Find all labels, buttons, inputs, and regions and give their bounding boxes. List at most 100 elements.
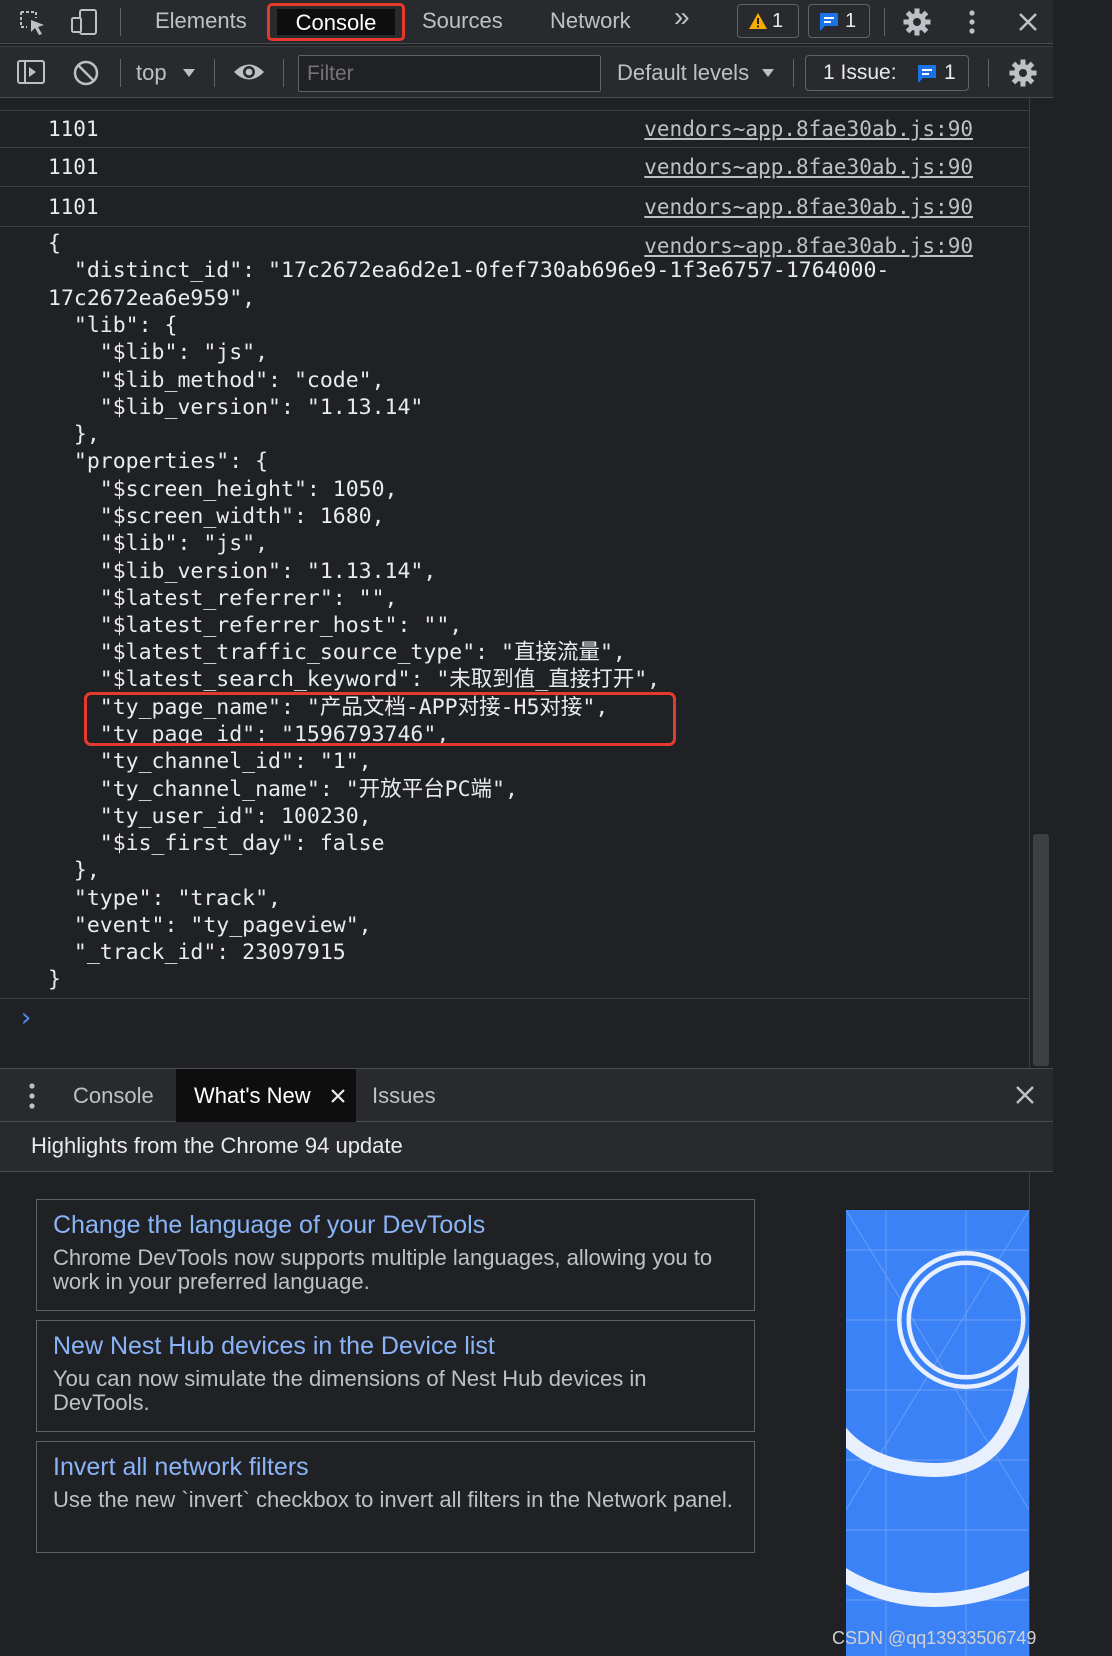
json-line: 17c2672ea6e959",	[48, 286, 256, 311]
close-devtools-icon[interactable]	[1016, 10, 1040, 34]
console-message-source-link[interactable]: vendors~app.8fae30ab.js:90	[644, 116, 973, 142]
clear-console-icon[interactable]	[72, 59, 100, 87]
filter-input[interactable]	[298, 55, 601, 92]
dropdown-arrow-icon	[762, 69, 774, 77]
json-line: "$latest_search_keyword": "未取到值_直接打开",	[48, 667, 661, 692]
console-message-source-link[interactable]: vendors~app.8fae30ab.js:90	[644, 194, 973, 220]
json-line: "distinct_id": "17c2672ea6d2e1-0fef730ab…	[48, 258, 890, 283]
drawer-scrollbar[interactable]	[1029, 1172, 1053, 1656]
console-output: 1101 vendors~app.8fae30ab.js:90 1101 ven…	[0, 98, 1029, 1068]
card-title-link[interactable]: Invert all network filters	[53, 1452, 309, 1482]
json-line: "$lib_version": "1.13.14",	[48, 559, 437, 584]
eye-icon[interactable]	[232, 61, 266, 83]
whats-new-card[interactable]: New Nest Hub devices in the Device list …	[36, 1320, 755, 1432]
console-message-text: 1101	[48, 155, 99, 179]
json-line: },	[48, 858, 100, 883]
chrome-update-promo-image	[846, 1210, 1029, 1656]
drawer-tab-console[interactable]: Console	[73, 1083, 154, 1109]
tab-sources[interactable]: Sources	[422, 8, 503, 34]
json-line: "$latest_referrer_host": "",	[48, 613, 463, 638]
json-line: "ty_channel_name": "开放平台PC端",	[48, 777, 518, 802]
json-line: },	[48, 422, 100, 447]
context-label: top	[136, 60, 167, 85]
json-line: "ty_channel_id": "1",	[48, 749, 372, 774]
warnings-count: 1	[772, 10, 784, 32]
json-line: "_track_id": 23097915	[48, 940, 346, 965]
tab-console-active[interactable]: Console	[267, 3, 405, 41]
console-message-row: 1101 vendors~app.8fae30ab.js:90	[0, 111, 1029, 148]
json-line: "properties": {	[48, 449, 269, 474]
json-line: }	[48, 967, 61, 992]
console-scrollbar[interactable]	[1029, 98, 1053, 1068]
console-message-row	[0, 98, 1029, 111]
highlights-header: Highlights from the Chrome 94 update	[0, 1122, 1053, 1172]
drawer-menu-icon[interactable]	[24, 1081, 40, 1111]
watermark: CSDN @qq13933506749	[832, 1628, 1037, 1648]
annotation-highlight-box	[84, 692, 676, 746]
card-title-link[interactable]: New Nest Hub devices in the Device list	[53, 1331, 495, 1361]
whats-new-panel: Highlights from the Chrome 94 update Cha…	[0, 1122, 1053, 1656]
console-message-row: 1101 vendors~app.8fae30ab.js:90	[0, 148, 1029, 187]
message-icon	[820, 13, 838, 31]
inspect-icon[interactable]	[18, 9, 48, 37]
close-tab-icon[interactable]	[330, 1088, 346, 1104]
warnings-counter[interactable]: 1	[737, 4, 799, 38]
json-line: "ty_user_id": 100230,	[48, 804, 372, 829]
log-levels-dropdown[interactable]: Default levels	[617, 59, 785, 87]
console-prompt[interactable]: ›	[18, 1004, 34, 1032]
sidebar-toggle-icon[interactable]	[16, 59, 46, 85]
console-toolbar: top Default levels 1 Issue: 1	[0, 46, 1053, 98]
highlights-title: Highlights from the Chrome 94 update	[31, 1133, 403, 1158]
card-description: Use the new `invert` checkbox to invert …	[53, 1487, 733, 1512]
card-description: Chrome DevTools now supports multiple la…	[53, 1245, 713, 1294]
drawer-tab-whats-new[interactable]: What's New	[176, 1069, 356, 1122]
json-line: "$is_first_day": false	[48, 831, 385, 856]
separator	[884, 8, 885, 36]
warning-icon	[749, 13, 767, 29]
tab-elements[interactable]: Elements	[155, 8, 247, 34]
issues-label: 1 Issue:	[823, 61, 897, 84]
json-line: {	[48, 231, 61, 256]
json-line: "$lib": "js",	[48, 340, 269, 365]
card-title-link[interactable]: Change the language of your DevTools	[53, 1210, 485, 1240]
json-line: "$latest_traffic_source_type": "直接流量",	[48, 640, 626, 665]
json-line: "type": "track",	[48, 886, 281, 911]
console-message-source-link[interactable]: vendors~app.8fae30ab.js:90	[644, 233, 973, 259]
more-tabs-button[interactable]: »	[674, 3, 690, 31]
separator	[793, 59, 794, 87]
separator	[988, 59, 989, 87]
json-line: "$screen_height": 1050,	[48, 477, 398, 502]
console-object-message: vendors~app.8fae30ab.js:90 { "distinct_i…	[0, 227, 1029, 999]
json-line: "$latest_referrer": "",	[48, 586, 398, 611]
dropdown-arrow-icon	[183, 69, 195, 77]
issues-button[interactable]: 1 Issue: 1	[805, 55, 969, 91]
whats-new-card[interactable]: Change the language of your DevTools Chr…	[36, 1199, 755, 1311]
json-line: "$screen_width": 1680,	[48, 504, 385, 529]
tab-console-label: Console	[295, 10, 377, 35]
devtools-tab-bar: Elements Console Sources Network » 1 1	[0, 0, 1053, 44]
drawer-tab-bar: Console What's New Issues	[0, 1068, 1053, 1122]
close-drawer-icon[interactable]	[1014, 1084, 1036, 1106]
console-message-source-link[interactable]: vendors~app.8fae30ab.js:90	[644, 154, 973, 180]
console-scrollbar-thumb[interactable]	[1033, 834, 1049, 1066]
console-settings-icon[interactable]	[1008, 58, 1038, 88]
console-message-text: 1101	[48, 117, 99, 141]
console-message-row: 1101 vendors~app.8fae30ab.js:90	[0, 187, 1029, 227]
kebab-menu-icon[interactable]	[962, 8, 982, 36]
whats-new-card[interactable]: Invert all network filters Use the new `…	[36, 1441, 755, 1553]
messages-count: 1	[845, 10, 857, 32]
json-line: "event": "ty_pageview",	[48, 913, 372, 938]
drawer-tab-issues[interactable]: Issues	[372, 1083, 436, 1109]
chrome-94-graphic	[846, 1210, 1029, 1656]
drawer-tab-whats-new-label: What's New	[194, 1083, 311, 1108]
tab-network[interactable]: Network	[550, 8, 631, 34]
card-description: You can now simulate the dimensions of N…	[53, 1366, 647, 1415]
issues-count: 1	[944, 61, 956, 84]
json-line: "$lib_method": "code",	[48, 368, 385, 393]
json-line: "$lib_version": "1.13.14"	[48, 395, 424, 420]
separator	[214, 59, 215, 87]
context-selector[interactable]: top	[136, 59, 202, 87]
device-toolbar-icon[interactable]	[70, 7, 100, 37]
messages-counter[interactable]: 1	[808, 4, 870, 38]
settings-icon[interactable]	[902, 7, 932, 37]
